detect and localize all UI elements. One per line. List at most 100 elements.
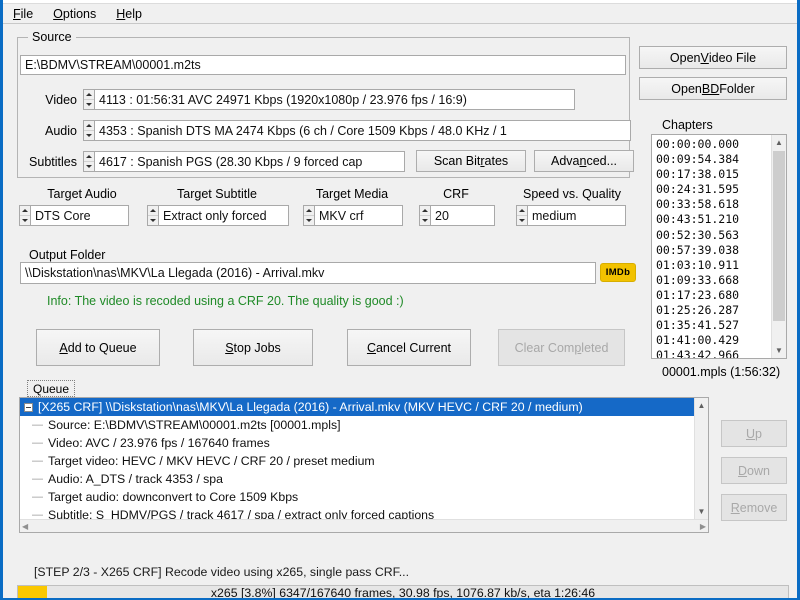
queue-scroll-left-button[interactable]: ◀ [22,522,28,531]
menu-item-help[interactable]: Help [113,6,145,22]
tree-branch-icon: — [32,419,43,431]
chapter-item[interactable]: 00:17:38.015 [652,167,786,182]
application-window: File Options Help Source E:\BDMV\STREAM\… [0,0,800,600]
open-video-file-pre: Open [669,50,701,65]
chapter-item[interactable]: 01:03:10.911 [652,258,786,273]
chapters-listbox[interactable]: 00:00:00.000 00:09:54.384 00:17:38.015 00:2… [651,134,787,359]
chapter-item[interactable]: 00:09:54.384 [652,152,786,167]
chapter-item[interactable]: 01:41:00.429 [652,333,786,348]
subtitles-spinner[interactable] [83,151,94,172]
speed-quality-spinner[interactable] [516,205,527,226]
chapter-item[interactable]: 00:43:51.210 [652,212,786,227]
chapter-item[interactable]: 00:24:31.595 [652,182,786,197]
chapters-list[interactable]: 00:00:00.000 00:09:54.384 00:17:38.015 00:2… [652,135,786,358]
queue-tree[interactable]: [X265 CRF] \\Diskstation\nas\MKV\La Lleg… [19,397,709,533]
video-spinner-down[interactable] [84,100,94,109]
chapters-scroll-up-button[interactable]: ▲ [772,135,786,150]
target-audio-spinner-down[interactable] [20,216,30,225]
chapter-item[interactable]: 00:52:30.563 [652,228,786,243]
crf-spinner-up[interactable] [420,206,430,216]
chapter-item[interactable]: 00:00:00.000 [652,137,786,152]
chevron-down-icon [86,165,92,168]
chevron-up-icon [86,93,92,96]
crf-spinner[interactable] [419,205,430,226]
clear-completed-button[interactable]: Clear Com p leted [498,329,625,366]
queue-scrollbar-vertical[interactable]: ▲ ▼ [694,398,708,519]
target-media-spinner-down[interactable] [304,216,314,225]
cancel-current-button[interactable]: Cancel Current [347,329,471,366]
chapters-footer: 00001.mpls (1:56:32) [662,365,781,379]
audio-track-input[interactable]: 4353 : Spanish DTS MA 2474 Kbps (6 ch / … [94,120,631,141]
speed-quality-spinner-up[interactable] [517,206,527,216]
chapter-item[interactable]: 01:25:26.287 [652,303,786,318]
chevron-up-icon [519,209,525,212]
queue-root-row[interactable]: [X265 CRF] \\Diskstation\nas\MKV\La Lleg… [20,398,708,416]
output-folder-input[interactable]: \\Diskstation\nas\MKV\La Llegada (2016) … [20,262,596,284]
crf-input[interactable]: 20 [430,205,495,226]
crf-spinner-down[interactable] [420,216,430,225]
chapter-item[interactable]: 01:43:42.966 [652,348,786,358]
queue-scroll-up-button[interactable]: ▲ [695,398,708,413]
scan-bitrates-button[interactable]: Scan Bit r ates [416,150,526,172]
target-subtitle-spinner[interactable] [147,205,158,226]
queue-scroll-down-button[interactable]: ▼ [695,504,708,519]
chapters-scrollbar[interactable]: ▲ ▼ [771,135,786,358]
chapter-item[interactable]: 01:17:23.680 [652,288,786,303]
queue-detail-row[interactable]: — Target video: HEVC / MKV HEVC / CRF 20 … [20,452,708,470]
queue-remove-button[interactable]: Remove [721,494,787,521]
imdb-button[interactable]: IMDb [600,263,636,282]
target-audio-spinner[interactable] [19,205,30,226]
chevron-down-icon [150,219,156,222]
chapter-item[interactable]: 01:35:41.527 [652,318,786,333]
chapter-item[interactable]: 00:33:58.618 [652,197,786,212]
target-media-spinner-up[interactable] [304,206,314,216]
target-media-input[interactable]: MKV crf [314,205,403,226]
queue-up-button[interactable]: Up [721,420,787,447]
subtitles-spinner-down[interactable] [84,162,94,171]
open-bd-folder-button[interactable]: Open BD Folder [639,77,787,100]
speed-quality-label: Speed vs. Quality [523,187,621,201]
tree-branch-icon: — [32,437,43,449]
chapters-scroll-thumb[interactable] [773,151,785,321]
chapter-item[interactable]: 00:57:39.038 [652,243,786,258]
queue-detail-row[interactable]: — Target audio: downconvert to Core 1509 … [20,488,708,506]
queue-detail-row[interactable]: — Audio: A_DTS / track 4353 / spa [20,470,708,488]
target-subtitle-spinner-down[interactable] [148,216,158,225]
menu-item-options[interactable]: Options [50,6,99,22]
collapse-icon[interactable] [24,402,33,412]
target-subtitle-input[interactable]: Extract only forced [158,205,289,226]
video-track-input[interactable]: 4113 : 01:56:31 AVC 24971 Kbps (1920x108… [94,89,575,110]
queue-down-button[interactable]: Down [721,457,787,484]
target-media-spinner[interactable] [303,205,314,226]
output-folder-label: Output Folder [29,248,106,262]
target-audio-spinner-up[interactable] [20,206,30,216]
queue-rows[interactable]: [X265 CRF] \\Diskstation\nas\MKV\La Lleg… [20,398,708,524]
audio-spinner[interactable] [83,120,94,141]
menu-item-file[interactable]: File [10,6,36,22]
queue-scroll-right-button[interactable]: ▶ [700,522,706,531]
queue-detail-row[interactable]: — Source: E:\BDMV\STREAM\00001.m2ts [0000… [20,416,708,434]
video-spinner[interactable] [83,89,94,110]
target-audio-input[interactable]: DTS Core [30,205,129,226]
speed-quality-spinner-down[interactable] [517,216,527,225]
open-video-file-button[interactable]: Open Video File [639,46,787,69]
video-spinner-up[interactable] [84,90,94,100]
chapter-item[interactable]: 01:09:33.668 [652,273,786,288]
target-subtitle-label: Target Subtitle [177,187,257,201]
subtitles-spinner-up[interactable] [84,152,94,162]
target-subtitle-spinner-up[interactable] [148,206,158,216]
advanced-button[interactable]: Adva n ced... [534,150,634,172]
open-bd-folder-mnemonic: BD [701,81,720,96]
subtitles-track-input[interactable]: 4617 : Spanish PGS (28.30 Kbps / 9 force… [94,151,405,172]
queue-detail-row[interactable]: — Video: AVC / 23.976 fps / 167640 frames [20,434,708,452]
speed-quality-input[interactable]: medium [527,205,626,226]
add-to-queue-button[interactable]: Add to Queue [36,329,160,366]
queue-scrollbar-horizontal[interactable]: ◀ ▶ [20,519,708,532]
chapters-scroll-down-button[interactable]: ▼ [772,343,786,358]
audio-spinner-up[interactable] [84,121,94,131]
source-path-input[interactable]: E:\BDMV\STREAM\00001.m2ts [20,55,626,75]
audio-spinner-down[interactable] [84,131,94,140]
stop-jobs-button[interactable]: Stop Jobs [193,329,313,366]
tree-branch-icon: — [32,473,43,485]
queue-tab-label[interactable]: Queue [27,380,75,397]
